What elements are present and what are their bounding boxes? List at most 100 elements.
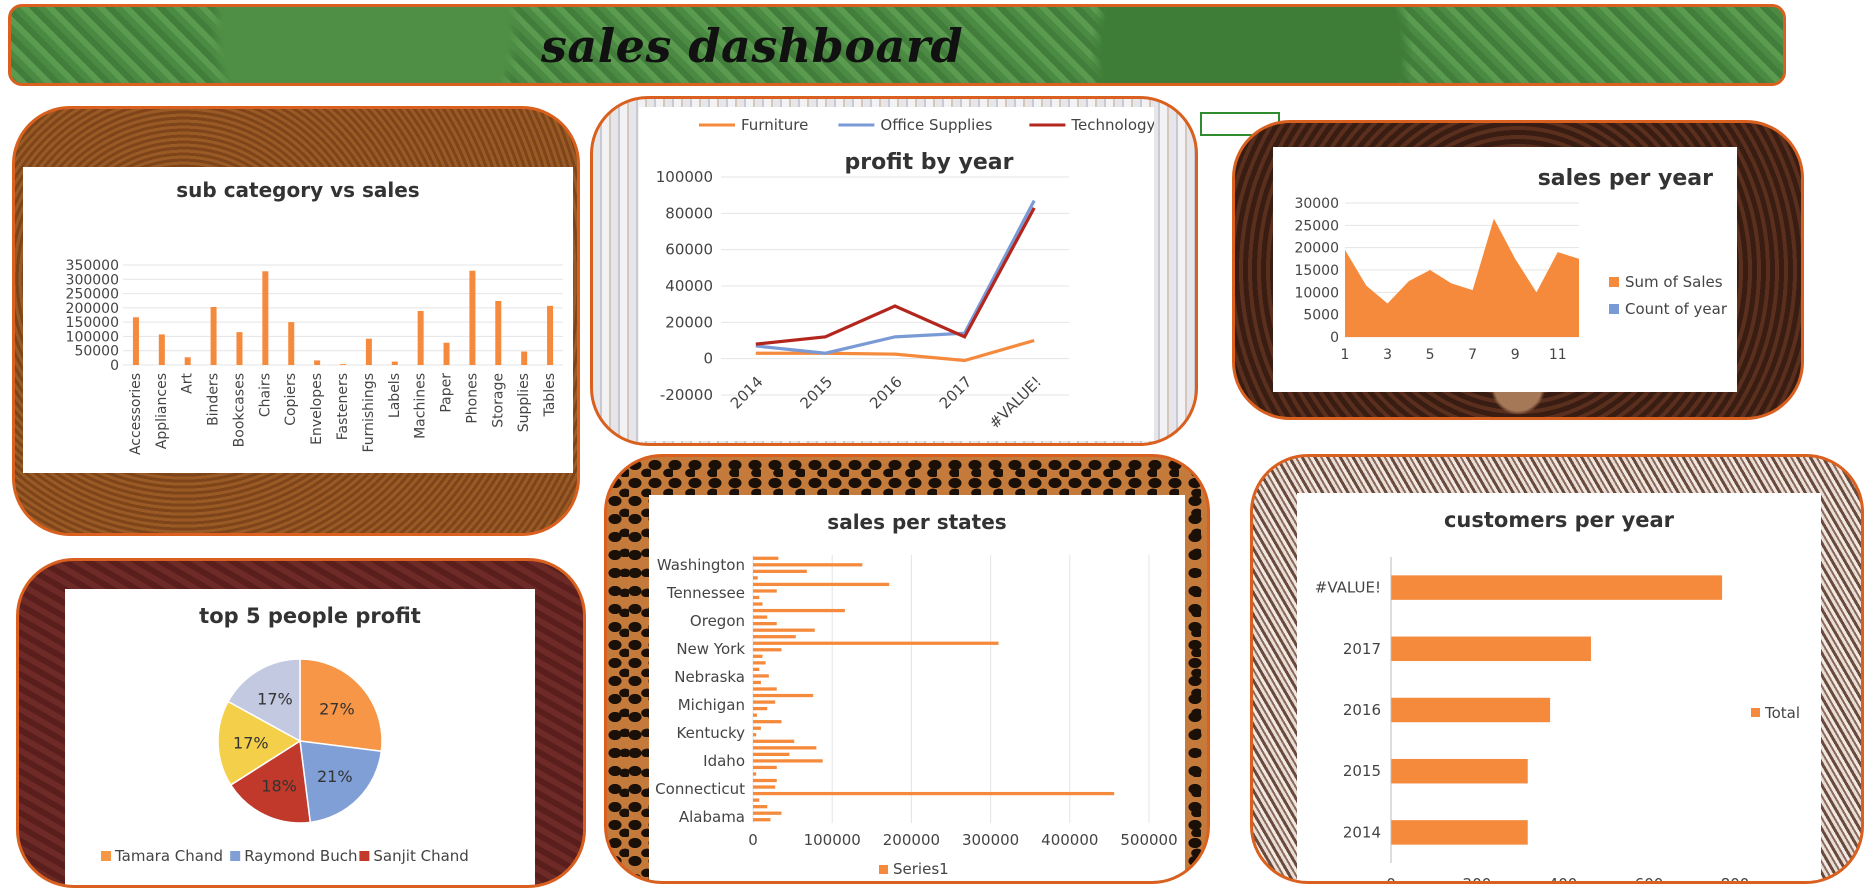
x-tick-label: 5 bbox=[1426, 347, 1435, 363]
legend-label: Raymond Buch bbox=[244, 847, 357, 865]
legend-label: Sum of Sales bbox=[1625, 273, 1723, 291]
panel-states: sales per states 0 100000 200000 300000 40000… bbox=[604, 454, 1210, 884]
x-tick-label: 200000 bbox=[883, 831, 940, 849]
legend-label: Furniture bbox=[741, 116, 808, 134]
legend-swatch bbox=[359, 851, 370, 861]
bar bbox=[753, 563, 863, 567]
x-tick-label: Supplies bbox=[516, 373, 532, 432]
x-tick-label: Furnishings bbox=[361, 373, 377, 453]
legend-swatch bbox=[101, 851, 111, 861]
slice-label: 17% bbox=[233, 734, 269, 753]
bar bbox=[753, 726, 761, 730]
bar bbox=[753, 641, 999, 645]
bar bbox=[184, 357, 191, 365]
panel-customers: customers per year 0 200 400 600 800 #VALUE! 20… bbox=[1250, 454, 1864, 884]
bar bbox=[753, 746, 817, 750]
slice-label: 18% bbox=[261, 777, 297, 796]
dashboard-banner: sales dashboard bbox=[8, 4, 1786, 86]
bar bbox=[236, 332, 243, 365]
bar bbox=[365, 338, 372, 365]
x-tick-label: 2014 bbox=[727, 373, 767, 413]
bar bbox=[753, 759, 823, 763]
panel-subcategory: sub category vs sales 0 50000 100000 150000 2… bbox=[12, 106, 580, 536]
x-tick-label: 0 bbox=[1386, 875, 1396, 884]
y-tick-label: Tennessee bbox=[666, 584, 745, 602]
bar bbox=[753, 661, 766, 665]
chart-area-top5: top 5 people profit 27% 21% 18% 17% 17% Tamara… bbox=[65, 589, 535, 885]
bar bbox=[753, 706, 768, 711]
chart-area-sales-year: sales per year 0 5000 10000 15000 20000 25000 3… bbox=[1273, 147, 1737, 392]
x-tick-label: 0 bbox=[748, 831, 758, 849]
y-tick-label: 30000 bbox=[1294, 196, 1339, 212]
chart-area-states: sales per states 0 100000 200000 300000 40000… bbox=[649, 495, 1185, 881]
profit-by-year-chart: Furniture Office Supplies Technology profit… bbox=[656, 116, 1156, 433]
x-tick-label: Art bbox=[180, 372, 196, 393]
slice-label: 27% bbox=[319, 699, 355, 718]
bar bbox=[753, 805, 768, 809]
x-tick-label: 800 bbox=[1721, 875, 1750, 884]
y-tick-label: 350000 bbox=[66, 258, 119, 274]
bar bbox=[753, 720, 782, 724]
y-tick-label: Connecticut bbox=[655, 780, 745, 798]
y-tick-label: Nebraska bbox=[674, 668, 745, 686]
bar bbox=[753, 654, 763, 658]
x-tick-label: 300000 bbox=[962, 831, 1019, 849]
x-tick-label: Machines bbox=[413, 373, 429, 439]
x-tick-label: 2017 bbox=[936, 373, 976, 413]
bar bbox=[521, 351, 528, 365]
bar bbox=[753, 569, 807, 573]
legend-swatch bbox=[1751, 708, 1760, 717]
chart-title: customers per year bbox=[1444, 508, 1675, 532]
x-tick-label: 500000 bbox=[1120, 831, 1177, 849]
y-tick-label: Michigan bbox=[678, 696, 745, 714]
x-tick-label: Binders bbox=[206, 373, 222, 426]
panel-top5: top 5 people profit 27% 21% 18% 17% 17% Tamara… bbox=[16, 558, 586, 888]
y-tick-label: Oregon bbox=[690, 612, 745, 630]
x-tick-label: Paper bbox=[439, 373, 455, 413]
bar bbox=[753, 674, 769, 678]
x-tick-label: #VALUE! bbox=[985, 373, 1045, 433]
panel-sales-year: sales per year 0 5000 10000 15000 20000 25000 3… bbox=[1232, 120, 1804, 420]
customers-per-year-chart: customers per year 0 200 400 600 800 #VALUE! 20… bbox=[1315, 508, 1800, 884]
bar bbox=[753, 576, 758, 580]
bar bbox=[1391, 820, 1528, 845]
chart-area-profit: Furniture Office Supplies Technology profit… bbox=[639, 107, 1156, 441]
legend-label: Count of year bbox=[1625, 300, 1728, 318]
bar bbox=[314, 360, 321, 365]
y-tick-label: 50000 bbox=[74, 344, 119, 360]
bar bbox=[1391, 575, 1723, 600]
y-tick-label: 2016 bbox=[1343, 701, 1381, 719]
bar bbox=[391, 361, 398, 365]
bar bbox=[753, 615, 768, 619]
bar bbox=[753, 739, 795, 743]
x-tick-label: Storage bbox=[490, 373, 506, 428]
legend-swatch bbox=[230, 851, 241, 861]
y-tick-label: 100000 bbox=[656, 168, 713, 186]
bar bbox=[495, 301, 502, 365]
bar bbox=[1391, 636, 1591, 662]
y-tick-label: 2017 bbox=[1343, 640, 1381, 658]
bar bbox=[753, 628, 815, 632]
chart-title: sales per states bbox=[827, 510, 1006, 534]
bar bbox=[340, 364, 346, 365]
chart-title: sub category vs sales bbox=[176, 178, 419, 202]
bar bbox=[753, 589, 777, 593]
bar bbox=[443, 342, 450, 365]
legend-label: Sanjit Chand bbox=[373, 847, 468, 865]
slice-label: 21% bbox=[317, 767, 353, 786]
y-tick-label: 2014 bbox=[1343, 823, 1381, 841]
x-tick-label: Phones bbox=[464, 373, 480, 424]
y-tick-label: 2015 bbox=[1343, 762, 1381, 780]
y-tick-label: #VALUE! bbox=[1315, 579, 1381, 597]
bar bbox=[417, 311, 424, 365]
dashboard-title: sales dashboard bbox=[541, 19, 964, 73]
legend-swatch bbox=[879, 865, 888, 874]
bar bbox=[753, 713, 757, 717]
legend-label: Series1 bbox=[893, 860, 949, 878]
y-tick-label: 40000 bbox=[665, 277, 713, 295]
series-line bbox=[755, 199, 1036, 355]
x-tick-label: 11 bbox=[1549, 347, 1567, 363]
y-tick-label: 250000 bbox=[66, 287, 119, 303]
x-tick-label: Chairs bbox=[257, 373, 273, 417]
x-tick-label: Appliances bbox=[154, 373, 170, 449]
